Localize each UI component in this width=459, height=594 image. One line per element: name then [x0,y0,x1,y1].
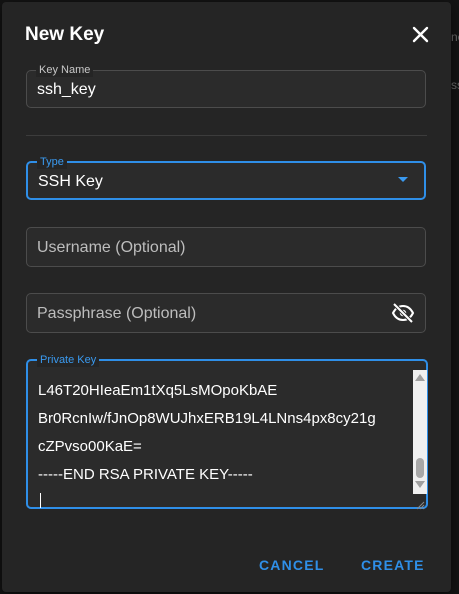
new-key-dialog: New Key Key Name ssh_key Type SSH Key Us… [2,2,451,592]
passphrase-input[interactable]: Passphrase (Optional) [26,293,426,333]
key-name-label: Key Name [36,63,94,77]
close-button[interactable] [408,22,434,48]
passphrase-placeholder: Passphrase (Optional) [37,305,197,322]
background-text: ne [451,30,459,44]
resize-handle-icon[interactable] [416,497,425,510]
textarea-scrollbar[interactable] [413,370,427,494]
eye-off-icon [391,302,415,324]
private-key-line: Br0RcnIw/fJnOp8WUJhxERB19L4LNns4px8cy21g [38,410,376,427]
private-key-line: -----END RSA PRIVATE KEY----- [38,466,253,483]
scroll-up-icon[interactable] [415,374,425,381]
create-button[interactable]: CREATE [361,557,425,573]
divider [26,135,427,136]
private-key-line: cZPvso00KaE= [38,438,142,455]
cancel-button[interactable]: CANCEL [259,557,325,573]
private-key-label: Private Key [37,353,100,367]
type-value: SSH Key [38,173,103,190]
text-caret [40,493,41,508]
scroll-thumb[interactable] [416,458,424,478]
key-name-value: ssh_key [37,81,96,98]
chevron-down-icon[interactable] [398,177,408,182]
dialog-title: New Key [25,24,105,45]
private-key-line: L46T20HIeaEm1tXq5LsMOpoKbAE [38,382,278,399]
private-key-textarea[interactable]: Private Key L46T20HIeaEm1tXq5LsMOpoKbAE … [26,353,428,510]
type-label: Type [37,155,67,169]
username-input[interactable]: Username (Optional) [26,227,426,267]
username-placeholder: Username (Optional) [37,239,186,256]
toggle-visibility-button[interactable] [391,302,415,324]
close-icon [412,26,429,43]
scroll-down-icon[interactable] [415,481,425,488]
key-name-field[interactable]: Key Name ssh_key [26,63,426,108]
background-text: ss [451,78,459,92]
type-select[interactable]: Type SSH Key [26,155,426,200]
private-key-content: L46T20HIeaEm1tXq5LsMOpoKbAE Br0RcnIw/fJn… [38,377,408,489]
